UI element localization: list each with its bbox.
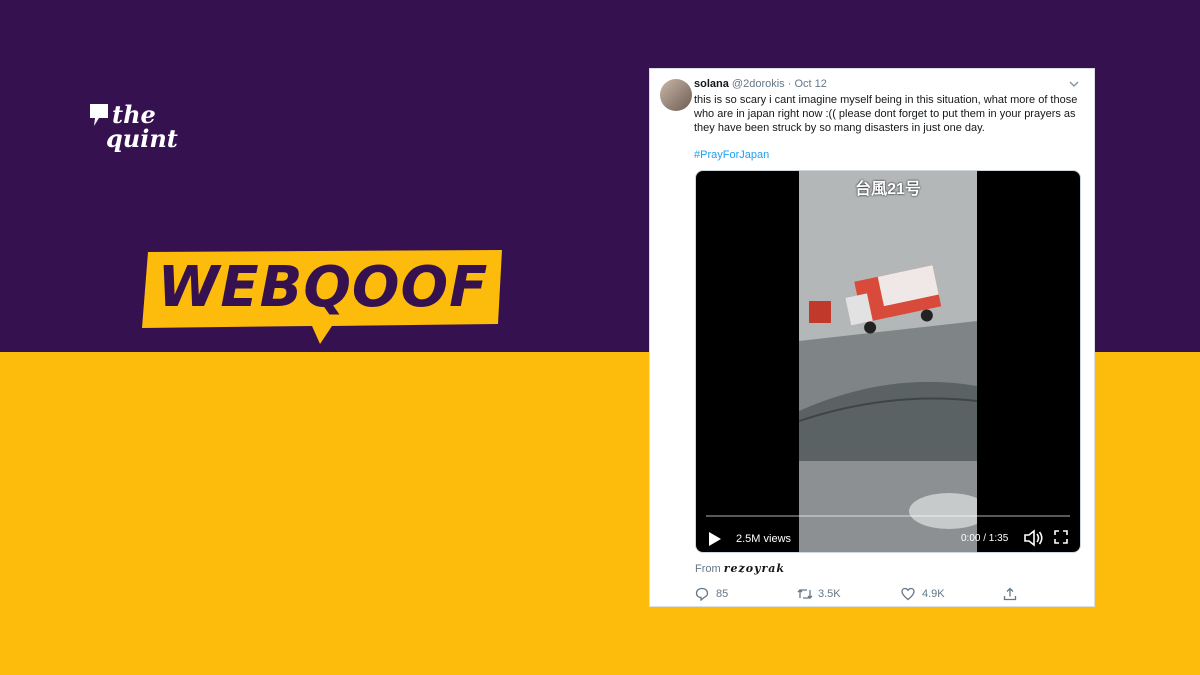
video-time: 0:00 / 1:35 (961, 533, 1009, 544)
like-count: 4.9K (922, 588, 945, 600)
retweet-icon (797, 589, 813, 599)
avatar[interactable] (660, 79, 692, 111)
progress-bar[interactable] (706, 515, 1070, 517)
video-overlay-title: 台風21号 (855, 181, 921, 198)
user-name[interactable]: solana (694, 78, 729, 90)
video-attribution: From rezoyrak (695, 562, 785, 575)
like-icon (901, 587, 915, 601)
fullscreen-icon[interactable] (1054, 530, 1068, 544)
video-player[interactable]: 台風21号 2.5M views 0:00 / 1:35 (695, 170, 1081, 553)
storm-scene (799, 171, 977, 552)
from-label: From (695, 563, 721, 575)
share-icon (1003, 587, 1017, 601)
retweet-button[interactable]: 3.5K (797, 586, 867, 602)
volume-icon[interactable] (1023, 529, 1045, 547)
logo-word-quint: quint (106, 124, 178, 153)
user-handle[interactable]: @2dorokis (732, 78, 785, 90)
hashtag-link[interactable]: #PrayForJapan (694, 149, 769, 161)
caret-down-icon[interactable] (1068, 78, 1080, 90)
video-frame: 台風21号 (799, 171, 977, 552)
tweet-text: this is so scary i cant imagine myself b… (694, 94, 1078, 134)
webqoof-badge: WEBQOOF (140, 248, 506, 348)
tweet-header: solana @2dorokis · Oct 12 (694, 78, 827, 90)
play-icon[interactable] (708, 531, 722, 547)
reply-button[interactable]: 85 (695, 586, 755, 602)
tweet-date[interactable]: Oct 12 (794, 78, 826, 90)
webqoof-label: WEBQOOF (157, 255, 489, 320)
view-count: 2.5M views (736, 533, 792, 545)
reply-icon (695, 587, 709, 601)
retweet-count: 3.5K (818, 588, 841, 600)
the-quint-logo: the quint (88, 102, 198, 162)
reply-count: 85 (716, 588, 729, 600)
embedded-tweet: solana @2dorokis · Oct 12 this is so sca… (649, 68, 1095, 607)
like-button[interactable]: 4.9K (901, 586, 971, 602)
share-button[interactable] (1003, 586, 1023, 602)
tweet-actions: 85 3.5K 4.9K (695, 586, 1075, 602)
separator-dot: · (787, 78, 792, 90)
from-source-link[interactable]: rezoyrak (724, 562, 785, 575)
